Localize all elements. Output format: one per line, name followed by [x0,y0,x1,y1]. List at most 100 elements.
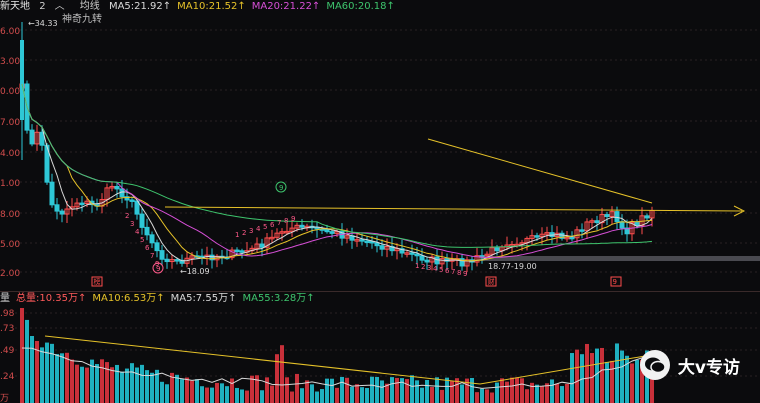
candle [579,229,585,232]
volume-bar [425,379,429,403]
volume-bar [470,377,474,403]
volume-bar [520,378,524,403]
candle [619,221,625,229]
candle [374,242,380,247]
volume-bar [110,367,114,403]
volume-bar [430,386,434,403]
candle [159,250,165,260]
volume-bar [380,380,384,403]
volume-bar [410,375,414,403]
volume-bar [300,388,304,403]
volume-bar [500,378,504,403]
low-price-label: ←18.09 [180,267,210,276]
td-count-c: 2 [421,263,425,271]
volume-bar [140,364,144,403]
candle [20,40,24,120]
volume-header: 量总量:10.35万↑ MA10:6.53万↑ MA5:7.55万↑ MA55:3.2… [0,292,321,306]
resistance-trend-line [427,138,653,204]
candle [114,185,120,190]
volume-bar [610,360,614,403]
candlestick-chart[interactable]: 神奇九转 6.00 3.00 0.00 7.00 4.00 1.00 8.00 5.00 2.00… [0,0,760,290]
price-axis-label: 3.00 [0,57,20,67]
candle [329,231,335,234]
volume-bar [550,379,554,403]
td-count-c: 7 [451,268,455,276]
watermark: 大v专访 [639,350,740,380]
volume-bar [185,377,189,403]
volume-legend-item: MA10:6.53万↑ [92,293,165,304]
candle [359,239,365,242]
volume-bar [270,385,274,403]
overlay-label: 神奇九转 [62,12,102,25]
event-marker-label: 9 [613,278,617,286]
candle [569,236,575,240]
volume-bar [70,359,74,403]
volume-bar [395,377,399,403]
volume-bar [405,379,409,403]
volume-bar [310,384,314,403]
volume-bar [575,349,579,403]
volume-bar [540,386,544,403]
ma60-line [21,83,653,248]
volume-bar [20,308,24,403]
volume-bar [235,387,239,403]
volume-bar [420,387,424,403]
volume-bar [445,377,449,403]
td-count-a: 2 [125,212,129,220]
volume-bar [65,352,69,403]
volume-bar [605,361,609,403]
volume-bar [315,391,319,403]
volume-bar [490,392,494,403]
volume-legend-item: MA5:7.55万↑ [170,293,237,304]
candle [164,258,170,263]
volume-bar [495,382,499,403]
volume-axis-label: .98 [0,309,15,319]
volume-bar [350,386,354,403]
td-count-b: 7 [277,219,281,227]
volume-bar [460,384,464,403]
volume-bar [45,342,49,403]
td-count-b: 3 [249,227,253,235]
candle [139,213,145,228]
volume-bar [75,364,79,403]
volume-bar [345,377,349,403]
signal-circle-label: 9 [156,265,160,273]
volume-bar [325,378,329,403]
volume-bar [160,381,164,403]
panel-divider [0,291,760,292]
volume-bar [475,392,479,403]
candle [29,129,35,145]
candle [299,224,305,228]
candle [149,234,155,244]
price-axis-label: 6.00 [0,27,20,37]
td-count-a: 4 [135,228,140,236]
candle [379,245,385,250]
price-axis-label: 2.00 [0,269,20,279]
td-count-b: 8 [284,217,288,225]
volume-bar [620,350,624,403]
event-marker-label: 榜 [94,277,101,286]
volume-bar [55,354,59,403]
volume-bar [225,386,229,403]
candle [419,255,425,261]
price-axis-label: 4.00 [0,149,20,159]
volume-bar [125,368,129,403]
td-count-b: 9 [291,215,295,223]
volume-axis-label: .49 [0,346,15,356]
candle [409,252,415,255]
candle [614,211,620,223]
candle [534,235,540,238]
td-count-c: 1 [415,262,419,270]
price-axis-label: 5.00 [0,240,20,250]
volume-bar [600,347,604,403]
candle [239,250,245,253]
volume-bar [560,386,564,403]
volume-bar [375,376,379,403]
price-axis-label: 7.00 [0,118,20,128]
volume-bar [150,372,154,403]
wechat-logo-icon [639,350,670,380]
td-count-c: 6 [445,267,450,275]
td-count-b: 1 [235,231,239,239]
volume-bar [585,343,589,403]
volume-bar [260,390,264,403]
